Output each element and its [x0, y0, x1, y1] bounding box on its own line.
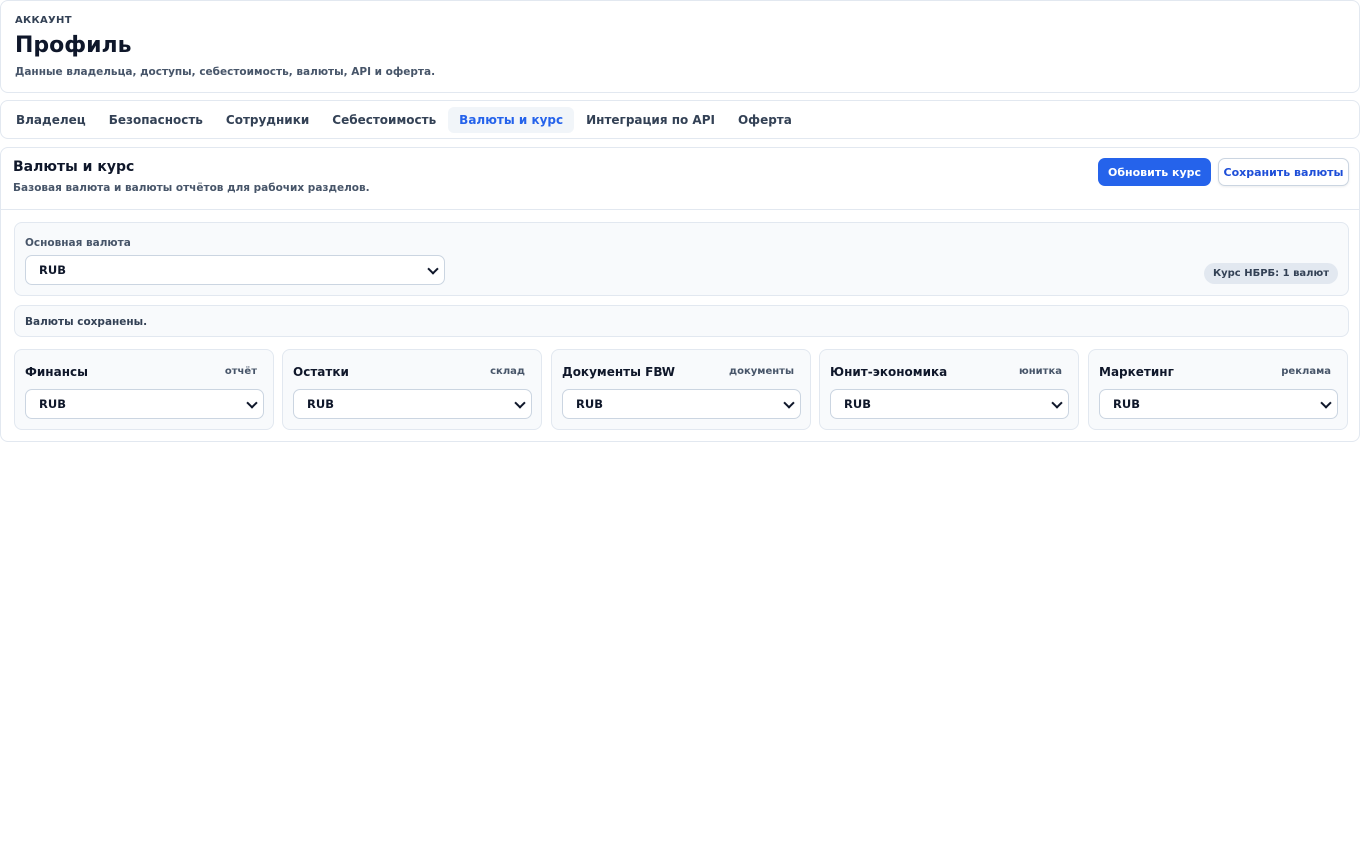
select-value: RUB [576, 397, 603, 411]
card-name: Маркетинг [1099, 365, 1174, 379]
card-tag: реклама [1281, 366, 1331, 377]
stock-currency-select[interactable]: RUB [293, 389, 532, 419]
unit-economics-currency-select[interactable]: RUB [830, 389, 1069, 419]
tab-employees[interactable]: Сотрудники [215, 107, 320, 133]
chevron-down-icon [1051, 397, 1063, 409]
save-currencies-button[interactable]: Сохранить валюты [1218, 158, 1349, 186]
profile-header: АККАУНТ Профиль Данные владельца, доступ… [0, 0, 1360, 93]
card-tag: отчёт [224, 366, 257, 377]
profile-tabs: Владелец Безопасность Сотрудники Себесто… [0, 100, 1360, 139]
main-currency-panel: Основная валюта RUB Курс НБРБ: 1 валют [14, 222, 1349, 296]
currency-card-finance: Финансы отчёт RUB [14, 349, 274, 430]
card-name: Финансы [25, 365, 88, 379]
tab-api-integration[interactable]: Интеграция по API [575, 107, 726, 133]
select-value: RUB [39, 397, 66, 411]
select-value: RUB [1113, 397, 1140, 411]
tab-security[interactable]: Безопасность [98, 107, 214, 133]
fbw-docs-currency-select[interactable]: RUB [562, 389, 801, 419]
card-tag: документы [729, 366, 794, 377]
currency-card-fbw-docs: Документы FBW документы RUB [551, 349, 811, 430]
card-name: Юнит-экономика [830, 365, 948, 379]
main-currency-label: Основная валюта [25, 237, 131, 249]
tab-cost[interactable]: Себестоимость [321, 107, 447, 133]
finance-currency-select[interactable]: RUB [25, 389, 264, 419]
chevron-down-icon [427, 263, 439, 275]
status-panel: Валюты сохранены. [14, 305, 1349, 337]
section-header: Валюты и курс Базовая валюта и валюты от… [1, 148, 1359, 210]
header-eyebrow: АККАУНТ [15, 15, 72, 26]
tab-owner[interactable]: Владелец [5, 107, 97, 133]
rate-badge: Курс НБРБ: 1 валют [1203, 263, 1338, 284]
main-currency-value: RUB [39, 263, 66, 277]
chevron-down-icon [514, 397, 526, 409]
select-value: RUB [307, 397, 334, 411]
currency-card-unit-economics: Юнит-экономика юнитка RUB [819, 349, 1079, 430]
card-name: Остатки [293, 365, 349, 379]
currency-card-marketing: Маркетинг реклама RUB [1088, 349, 1348, 430]
refresh-rate-button[interactable]: Обновить курс [1098, 158, 1211, 186]
select-value: RUB [844, 397, 871, 411]
tab-currencies[interactable]: Валюты и курс [448, 106, 575, 133]
marketing-currency-select[interactable]: RUB [1099, 389, 1338, 419]
card-tag: юнитка [1019, 366, 1062, 377]
status-message: Валюты сохранены. [25, 316, 148, 328]
chevron-down-icon [783, 397, 795, 409]
page-subtitle: Данные владельца, доступы, себестоимость… [15, 66, 436, 78]
tab-offer[interactable]: Оферта [727, 107, 803, 133]
chevron-down-icon [1320, 397, 1332, 409]
card-tag: склад [490, 366, 525, 377]
chevron-down-icon [246, 397, 258, 409]
page-title: Профиль [15, 33, 132, 58]
currencies-section: Валюты и курс Базовая валюта и валюты от… [0, 147, 1360, 442]
main-currency-select[interactable]: RUB [25, 255, 445, 285]
card-name: Документы FBW [562, 365, 676, 379]
currency-card-stock: Остатки склад RUB [282, 349, 542, 430]
